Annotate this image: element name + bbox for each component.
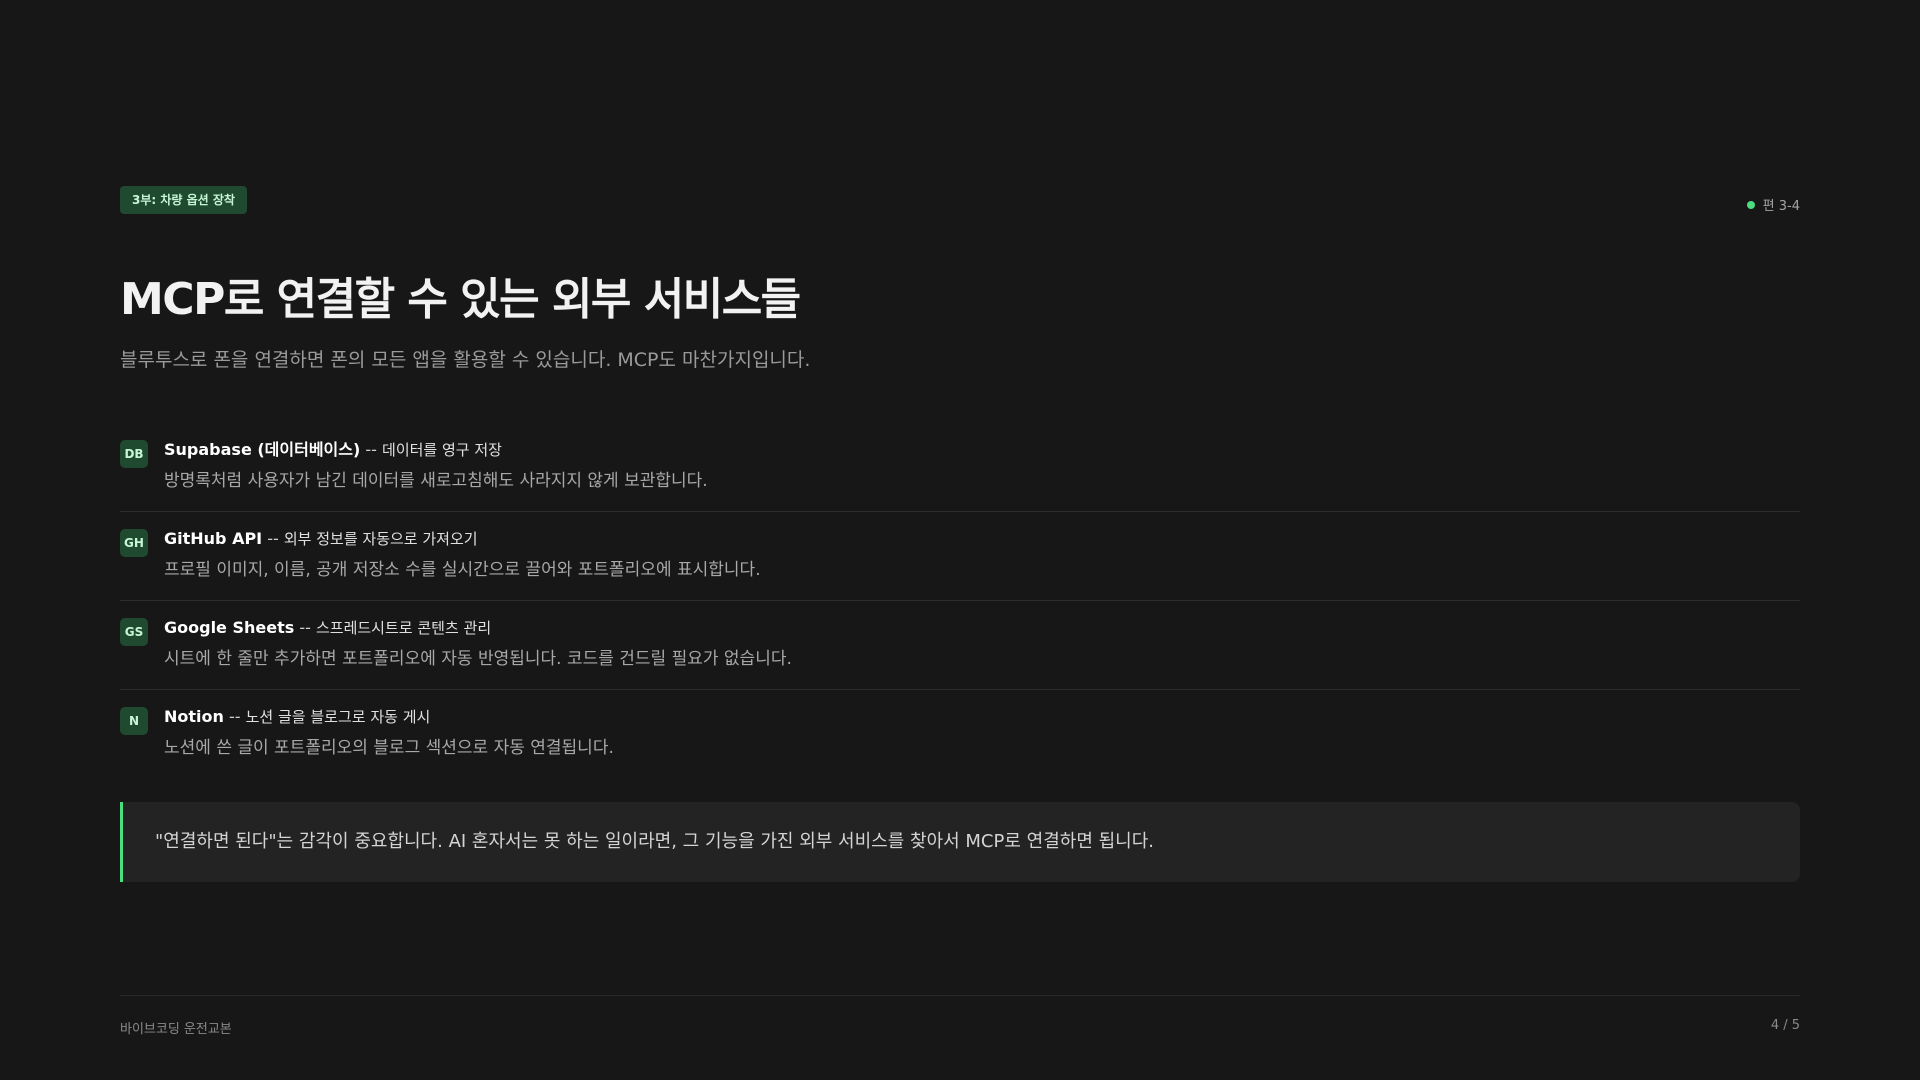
service-body: Supabase (데이터베이스) -- 데이터를 영구 저장 방명록처럼 사용…	[164, 438, 708, 494]
service-tagline: 외부 정보를 자동으로 가져오기	[283, 530, 478, 548]
notion-icon: N	[120, 707, 148, 735]
episode-label: 편 3-4	[1762, 199, 1800, 214]
service-body: Google Sheets -- 스프레드시트로 콘텐츠 관리 시트에 한 줄만…	[164, 616, 792, 672]
page-subtitle: 블루투스로 폰을 연결하면 폰의 모든 앱을 활용할 수 있습니다. MCP도 …	[120, 349, 811, 371]
episode-indicator: 편 3-4	[1746, 195, 1800, 214]
google-sheets-icon: GS	[120, 618, 148, 646]
service-body: Notion -- 노션 글을 블로그로 자동 게시 노션에 쓴 글이 포트폴리…	[164, 705, 614, 761]
service-name: GitHub API	[164, 529, 263, 548]
service-description: 노션에 쓴 글이 포트폴리오의 블로그 섹션으로 자동 연결됩니다.	[164, 738, 614, 758]
service-body: GitHub API -- 외부 정보를 자동으로 가져오기 프로필 이미지, …	[164, 527, 761, 583]
service-tagline: 노션 글을 블로그로 자동 게시	[245, 708, 431, 726]
service-description: 프로필 이미지, 이름, 공개 저장소 수를 실시간으로 끌어와 포트폴리오에 …	[164, 560, 761, 580]
service-item-supabase: DB Supabase (데이터베이스) -- 데이터를 영구 저장 방명록처럼…	[120, 438, 1800, 512]
service-separator: --	[294, 618, 316, 637]
callout-quote: "연결하면 된다"는 감각이 중요합니다. AI 혼자서는 못 하는 일이라면,…	[120, 802, 1800, 882]
slide: 3부: 차량 옵션 장착 편 3-4 MCP로 연결할 수 있는 외부 서비스들…	[0, 0, 1920, 1080]
service-separator: --	[360, 440, 383, 459]
slide-footer: 바이브코딩 운전교본 4 / 5	[120, 995, 1800, 1037]
service-separator: --	[262, 529, 284, 548]
service-heading: Supabase (데이터베이스) -- 데이터를 영구 저장	[164, 438, 708, 462]
github-icon: GH	[120, 529, 148, 557]
slide-content: 3부: 차량 옵션 장착 편 3-4 MCP로 연결할 수 있는 외부 서비스들…	[120, 186, 1800, 882]
service-item-github: GH GitHub API -- 외부 정보를 자동으로 가져오기 프로필 이미…	[120, 527, 1800, 601]
service-list: DB Supabase (데이터베이스) -- 데이터를 영구 저장 방명록처럼…	[120, 438, 1800, 778]
service-heading: Google Sheets -- 스프레드시트로 콘텐츠 관리	[164, 616, 792, 640]
service-description: 방명록처럼 사용자가 남긴 데이터를 새로고침해도 사라지지 않게 보관합니다.	[164, 471, 708, 491]
service-separator: --	[223, 707, 246, 726]
page-title: MCP로 연결할 수 있는 외부 서비스들	[120, 274, 801, 325]
service-heading: Notion -- 노션 글을 블로그로 자동 게시	[164, 705, 614, 729]
service-item-notion: N Notion -- 노션 글을 블로그로 자동 게시 노션에 쓴 글이 포트…	[120, 705, 1800, 778]
service-tagline: 데이터를 영구 저장	[382, 441, 502, 459]
footer-title: 바이브코딩 운전교본	[120, 1022, 232, 1037]
service-name: Notion	[164, 707, 224, 726]
page-number: 4 / 5	[1770, 1018, 1800, 1033]
slide-header: 3부: 차량 옵션 장착 편 3-4	[120, 186, 1800, 216]
service-tagline: 스프레드시트로 콘텐츠 관리	[315, 619, 492, 637]
database-icon: DB	[120, 440, 148, 468]
status-dot-icon	[1746, 200, 1755, 209]
service-heading: GitHub API -- 외부 정보를 자동으로 가져오기	[164, 527, 761, 551]
service-item-google-sheets: GS Google Sheets -- 스프레드시트로 콘텐츠 관리 시트에 한…	[120, 616, 1800, 690]
service-name: Supabase (데이터베이스)	[164, 440, 361, 459]
service-description: 시트에 한 줄만 추가하면 포트폴리오에 자동 반영됩니다. 코드를 건드릴 필…	[164, 649, 792, 669]
service-name: Google Sheets	[164, 618, 295, 637]
section-badge: 3부: 차량 옵션 장착	[120, 186, 247, 214]
